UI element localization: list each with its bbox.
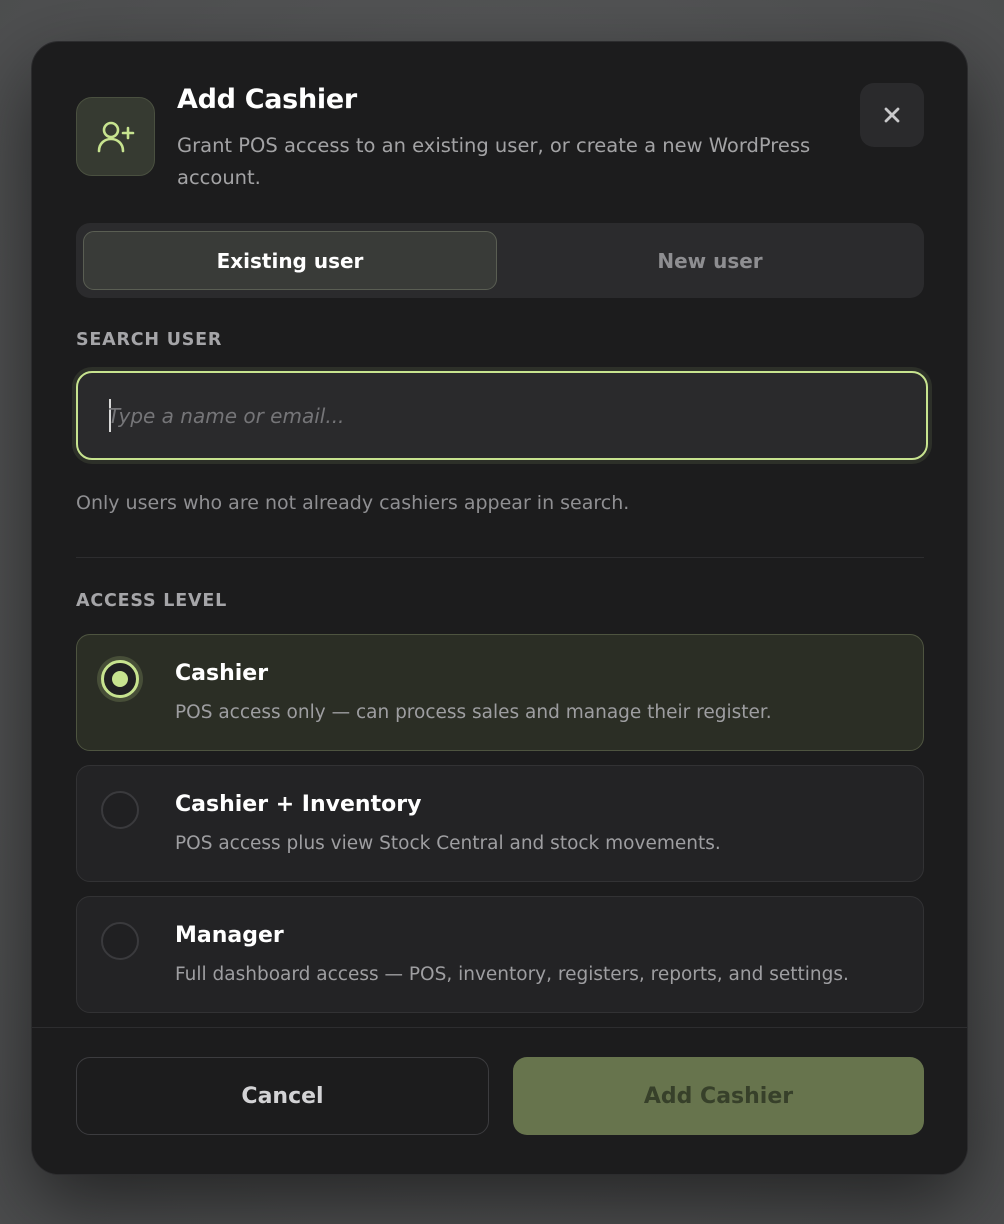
add-cashier-dialog: Add Cashier Grant POS access to an exist… <box>31 41 968 1175</box>
radio-button[interactable] <box>101 791 139 829</box>
access-option-manager[interactable]: Manager Full dashboard access — POS, inv… <box>76 896 924 1013</box>
dialog-subtitle: Grant POS access to an existing user, or… <box>177 134 811 189</box>
radio-button[interactable] <box>101 922 139 960</box>
close-icon <box>884 107 900 123</box>
option-description: POS access plus view Stock Central and s… <box>175 833 721 854</box>
section-divider <box>76 557 924 558</box>
option-title: Cashier <box>175 661 269 686</box>
add-cashier-button[interactable]: Add Cashier <box>513 1057 924 1135</box>
search-field[interactable] <box>76 371 928 460</box>
option-description: POS access only — can process sales and … <box>175 702 772 723</box>
option-description: Full dashboard access — POS, inventory, … <box>175 964 849 985</box>
user-plus-icon <box>76 97 155 176</box>
search-help-text: Only users who are not already cashiers … <box>76 492 630 514</box>
radio-button[interactable] <box>101 660 139 698</box>
access-option-cashier[interactable]: Cashier POS access only — can process sa… <box>76 634 924 751</box>
search-input[interactable] <box>108 373 888 458</box>
tab-existing-user[interactable]: Existing user <box>83 231 497 290</box>
dialog-footer: Cancel Add Cashier <box>32 1027 967 1174</box>
access-option-cashier-inventory[interactable]: Cashier + Inventory POS access plus view… <box>76 765 924 882</box>
access-level-label: ACCESS LEVEL <box>76 591 228 611</box>
dialog-title: Add Cashier <box>177 84 357 115</box>
cancel-button[interactable]: Cancel <box>76 1057 489 1135</box>
radio-selected-dot <box>112 671 128 687</box>
tab-new-user[interactable]: New user <box>503 231 917 290</box>
option-title: Cashier + Inventory <box>175 792 422 817</box>
search-user-label: SEARCH USER <box>76 330 223 350</box>
option-title: Manager <box>175 923 284 948</box>
close-button[interactable] <box>860 83 924 147</box>
user-type-tabs: Existing user New user <box>76 223 924 298</box>
